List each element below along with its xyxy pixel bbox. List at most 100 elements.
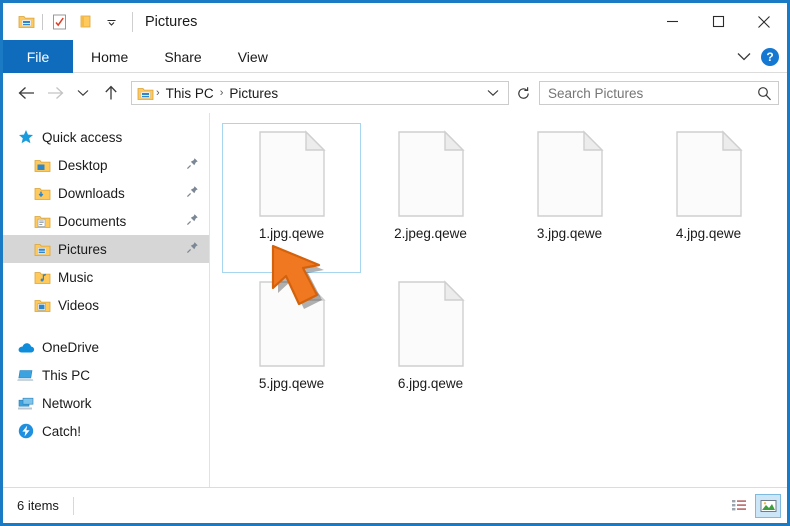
help-button[interactable]: ? <box>761 48 779 66</box>
sidebar-item-videos[interactable]: Videos <box>3 291 209 319</box>
this-pc-icon <box>17 366 35 384</box>
status-bar: 6 items <box>3 487 787 523</box>
sidebar-item-documents[interactable]: Documents <box>3 207 209 235</box>
pictures-folder-icon[interactable] <box>13 9 39 35</box>
sidebar-group-label: Quick access <box>42 130 122 145</box>
videos-folder-icon <box>33 296 51 314</box>
sidebar-item-music[interactable]: Music <box>3 263 209 291</box>
refresh-button[interactable] <box>511 81 535 105</box>
recent-locations-button[interactable] <box>69 79 97 107</box>
sidebar-item-label: Downloads <box>58 186 125 201</box>
file-list-pane[interactable]: 1.jpg.qewe 2.jpeg.qewe <box>210 113 787 487</box>
toolbar-separator <box>42 14 43 30</box>
title-bar: Pictures <box>3 3 787 40</box>
file-grid: 1.jpg.qewe 2.jpeg.qewe <box>222 123 787 423</box>
customize-chevron-icon[interactable] <box>98 9 124 35</box>
breadcrumb-separator: › <box>155 87 161 99</box>
sidebar-item-label: Documents <box>58 214 126 229</box>
file-item[interactable]: 4.jpg.qewe <box>639 123 778 273</box>
sidebar-item-pictures[interactable]: Pictures <box>3 235 209 263</box>
music-folder-icon <box>33 268 51 286</box>
sidebar-item-label: Desktop <box>58 158 108 173</box>
breadcrumb-bar[interactable]: › This PC › Pictures <box>131 81 509 105</box>
ribbon-right-controls: ? <box>737 40 779 73</box>
window-title: Pictures <box>132 12 197 32</box>
ribbon-collapse-chevron-icon[interactable] <box>737 48 751 66</box>
close-button[interactable] <box>741 3 787 40</box>
sidebar-item-downloads[interactable]: Downloads <box>3 179 209 207</box>
back-button[interactable] <box>13 79 41 107</box>
desktop-folder-icon <box>33 156 51 174</box>
file-item[interactable]: 3.jpg.qewe <box>500 123 639 273</box>
details-view-button[interactable] <box>726 494 752 518</box>
blank-file-icon <box>536 130 604 218</box>
sidebar-item-label: OneDrive <box>42 340 99 355</box>
blank-file-icon <box>258 130 326 218</box>
sidebar-item-desktop[interactable]: Desktop <box>3 151 209 179</box>
new-folder-icon[interactable] <box>72 9 98 35</box>
properties-icon[interactable] <box>46 9 72 35</box>
file-item[interactable]: 2.jpeg.qewe <box>361 123 500 273</box>
search-input[interactable] <box>548 86 757 101</box>
address-dropdown-chevron-icon[interactable] <box>482 84 504 102</box>
sidebar-item-label: This PC <box>42 368 90 383</box>
file-name: 6.jpg.qewe <box>398 376 463 391</box>
breadcrumb: › This PC › Pictures <box>137 86 482 101</box>
ribbon-tab-bar: File Home Share View ? <box>3 40 787 73</box>
onedrive-cloud-icon <box>17 338 35 356</box>
breadcrumb-item-pictures[interactable]: Pictures <box>225 86 282 101</box>
file-item[interactable]: 1.jpg.qewe <box>222 123 361 273</box>
breadcrumb-item-this-pc[interactable]: This PC <box>162 86 218 101</box>
sidebar-item-label: Pictures <box>58 242 107 257</box>
blank-file-icon <box>258 280 326 368</box>
file-explorer-window: Pictures File Home Share View ? <box>0 0 790 526</box>
quick-access-toolbar <box>3 9 124 35</box>
explorer-body: Quick access Desktop <box>3 113 787 487</box>
file-name: 3.jpg.qewe <box>537 226 602 241</box>
pin-icon[interactable] <box>186 241 199 257</box>
sidebar-item-label: Music <box>58 270 93 285</box>
file-item[interactable]: 5.jpg.qewe <box>222 273 361 423</box>
search-icon <box>757 86 772 101</box>
pictures-folder-icon <box>33 240 51 258</box>
breadcrumb-folder-icon <box>137 86 154 101</box>
pin-icon[interactable] <box>186 185 199 201</box>
tab-file[interactable]: File <box>3 40 73 73</box>
sidebar-item-onedrive[interactable]: OneDrive <box>3 333 209 361</box>
sidebar-item-label: Videos <box>58 298 99 313</box>
blank-file-icon <box>397 130 465 218</box>
blank-file-icon <box>397 280 465 368</box>
pin-icon[interactable] <box>186 213 199 229</box>
minimize-button[interactable] <box>649 3 695 40</box>
sidebar-item-label: Catch! <box>42 424 81 439</box>
search-box[interactable] <box>539 81 779 105</box>
file-name: 5.jpg.qewe <box>259 376 324 391</box>
up-button[interactable] <box>97 79 125 107</box>
sidebar-item-network[interactable]: Network <box>3 389 209 417</box>
status-separator <box>73 497 74 515</box>
breadcrumb-separator-2: › <box>219 87 225 99</box>
blank-file-icon <box>675 130 743 218</box>
sidebar-spacer <box>3 319 209 333</box>
sidebar-item-this-pc[interactable]: This PC <box>3 361 209 389</box>
item-count-label: 6 items <box>17 498 59 513</box>
sidebar-item-catch[interactable]: Catch! <box>3 417 209 445</box>
sidebar-group-quick-access[interactable]: Quick access <box>3 123 209 151</box>
caption-buttons <box>649 3 787 40</box>
tab-view[interactable]: View <box>220 40 286 73</box>
address-bar: › This PC › Pictures <box>3 73 787 113</box>
file-item[interactable]: 6.jpg.qewe <box>361 273 500 423</box>
forward-button[interactable] <box>41 79 69 107</box>
sidebar-item-label: Network <box>42 396 92 411</box>
maximize-button[interactable] <box>695 3 741 40</box>
network-icon <box>17 394 35 412</box>
large-icons-view-button[interactable] <box>755 494 781 518</box>
pin-icon[interactable] <box>186 157 199 173</box>
star-icon <box>17 128 35 146</box>
tab-share[interactable]: Share <box>146 40 219 73</box>
file-name: 2.jpeg.qewe <box>394 226 467 241</box>
downloads-folder-icon <box>33 184 51 202</box>
catch-lightning-icon <box>17 422 35 440</box>
tab-home[interactable]: Home <box>73 40 146 73</box>
navigation-pane: Quick access Desktop <box>3 113 210 487</box>
